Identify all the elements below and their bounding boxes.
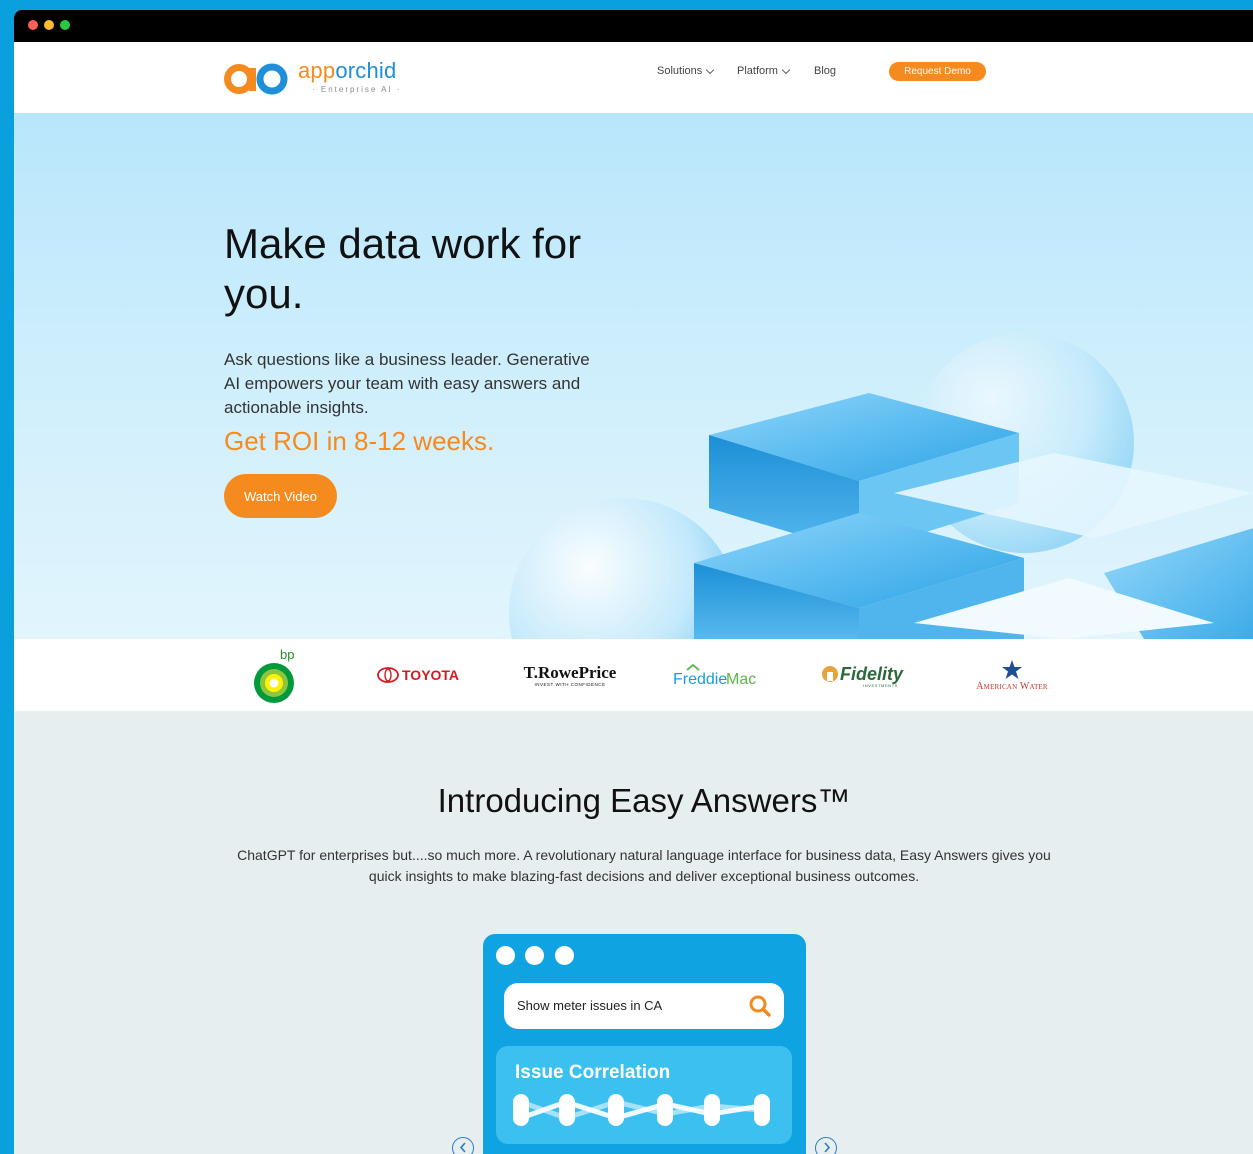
close-window-button[interactable] bbox=[28, 20, 38, 30]
minimize-window-button[interactable] bbox=[44, 20, 54, 30]
chevron-down-icon bbox=[781, 65, 791, 74]
window-titlebar bbox=[14, 10, 1253, 42]
toyota-logo: TOYOTA bbox=[377, 667, 459, 683]
client-logo-fidelity: Fidelity INVESTMENTS bbox=[819, 639, 915, 711]
correlation-graph-icon bbox=[513, 1094, 770, 1126]
card-dot bbox=[496, 946, 515, 965]
watch-video-button[interactable]: Watch Video bbox=[224, 474, 337, 518]
card-dot bbox=[555, 946, 574, 965]
logo-tagline: · Enterprise AI · bbox=[312, 85, 402, 94]
maximize-window-button[interactable] bbox=[60, 20, 70, 30]
issue-correlation-title: Issue Correlation bbox=[515, 1062, 671, 1083]
apporchid-logo[interactable]: apporchid · Enterprise AI · bbox=[224, 58, 424, 98]
fidelity-tagline: INVESTMENTS bbox=[863, 683, 898, 688]
fidelity-logo: Fidelity INVESTMENTS bbox=[822, 664, 904, 688]
troweprice-logo-text: T.RowePrice bbox=[523, 662, 617, 682]
nav-platform-label: Platform bbox=[737, 65, 778, 77]
bp-logo-text: bp bbox=[280, 647, 294, 662]
client-logo-toyota: TOYOTA bbox=[377, 639, 467, 711]
hero-roi-text: Get ROI in 8-12 weeks. bbox=[224, 426, 495, 456]
bp-helios-logo: bp bbox=[254, 647, 294, 703]
chevron-down-icon bbox=[706, 65, 715, 74]
card-dot bbox=[525, 946, 544, 965]
hero-section: Make data work for you. Ask questions li… bbox=[14, 113, 1253, 639]
nav-blog[interactable]: Blog bbox=[814, 65, 836, 77]
request-demo-button[interactable]: Request Demo bbox=[889, 62, 986, 81]
intro-description: ChatGPT for enterprises but....so much m… bbox=[237, 847, 1051, 884]
search-icon[interactable] bbox=[748, 994, 772, 1018]
demo-search-query: Show meter issues in CA bbox=[517, 998, 663, 1013]
chevron-right-icon bbox=[823, 1142, 830, 1153]
nav-platform[interactable]: Platform bbox=[737, 65, 791, 77]
logo-wordmark: apporchid bbox=[298, 58, 396, 84]
demo-search-box[interactable]: Show meter issues in CA bbox=[504, 983, 784, 1029]
freddiemac-logo: Freddie Mac bbox=[673, 663, 756, 688]
logo-word-prefix: app bbox=[298, 58, 336, 83]
carousel-prev-button[interactable] bbox=[452, 1137, 474, 1154]
logo-word-suffix: orchid bbox=[335, 58, 397, 83]
client-logo-american-water: American Water bbox=[966, 639, 1058, 711]
client-logo-freddiemac: Freddie Mac bbox=[669, 639, 765, 711]
client-logo-troweprice: T.RowePrice INVEST WITH CONFIDENCE bbox=[522, 639, 618, 711]
star-icon bbox=[1002, 659, 1022, 679]
carousel-next-button[interactable] bbox=[815, 1137, 837, 1154]
easy-answers-demo-card: Show meter issues in CA Issue Correlatio… bbox=[483, 934, 806, 1154]
intro-title: Introducing Easy Answers™ bbox=[437, 782, 851, 819]
browser-window: apporchid · Enterprise AI · Solutions Pl… bbox=[14, 10, 1253, 1154]
nav-blog-label: Blog bbox=[814, 65, 837, 77]
freddiemac-text-a: Freddie bbox=[673, 671, 727, 688]
hero-cubes-illustration bbox=[509, 333, 1253, 639]
toyota-logo-text: TOYOTA bbox=[402, 667, 459, 683]
client-logos-strip: bp TOYOTA T.RowePrice INVEST WITH CONFID… bbox=[14, 639, 1253, 711]
chevron-left-icon bbox=[459, 1142, 466, 1153]
troweprice-tagline: INVEST WITH CONFIDENCE bbox=[534, 681, 606, 687]
logo-mark-icon bbox=[224, 63, 288, 95]
fidelity-logo-text: Fidelity bbox=[840, 664, 904, 684]
issue-correlation-panel: Issue Correlation bbox=[496, 1046, 792, 1144]
hero-subtitle: Ask questions like a business leader. Ge… bbox=[224, 350, 590, 417]
site-header: apporchid · Enterprise AI · Solutions Pl… bbox=[14, 42, 1253, 113]
nav-solutions-label: Solutions bbox=[657, 65, 703, 77]
client-logo-bp: bp bbox=[250, 639, 302, 711]
nav-solutions[interactable]: Solutions bbox=[657, 65, 715, 77]
american-water-text: American Water bbox=[976, 680, 1048, 692]
hero-title: Make data work for you. bbox=[224, 220, 582, 317]
freddiemac-text-b: Mac bbox=[726, 671, 756, 688]
